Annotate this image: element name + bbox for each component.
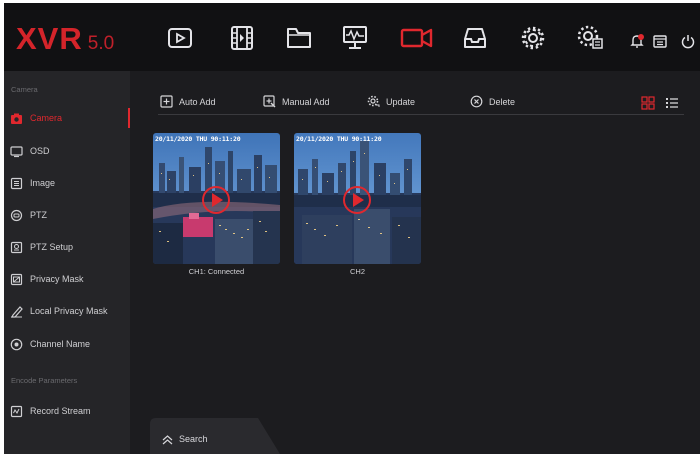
camera-osd-timestamp: 20/11/2020 THU 90:11:20: [296, 135, 382, 143]
delete-circle-icon: [470, 95, 483, 108]
auto-add-label: Auto Add: [179, 96, 216, 107]
xvr-logo: XVR 5.0: [16, 21, 115, 56]
monitor-waveform-icon[interactable]: [341, 24, 369, 52]
settings-gear-icon[interactable]: [519, 24, 547, 52]
search-panel-tab[interactable]: Search: [150, 418, 280, 454]
play-icon[interactable]: [342, 185, 372, 215]
camera-preview-thumbnail[interactable]: 20/11/2020 THU 90:11:20: [153, 133, 280, 264]
camera-icon: [10, 112, 23, 125]
delete-button[interactable]: Delete: [470, 95, 515, 108]
monitor-icon: [10, 145, 23, 158]
sidebar-item-privacy-mask[interactable]: Privacy Mask: [4, 268, 130, 290]
sidebar-item-image[interactable]: Image: [4, 172, 130, 194]
camera-channel-label: CH1: Connected: [188, 267, 245, 276]
calendar-icon[interactable]: [652, 33, 668, 49]
add-box-icon: [160, 95, 173, 108]
sidebar-item-label: Record Stream: [30, 406, 91, 416]
camera-icon[interactable]: [400, 24, 434, 52]
camera-card-ch2[interactable]: 20/11/2020 THU 90:11:20 CH2: [294, 133, 421, 276]
update-button[interactable]: Update: [367, 95, 415, 108]
sidebar-item-label: Camera: [30, 113, 63, 123]
sidebar-item-record-stream[interactable]: Record Stream: [4, 400, 130, 422]
sidebar-item-label: Image: [30, 178, 56, 188]
camera-card-ch1[interactable]: 20/11/2020 THU 90:11:20 CH1: Connected: [153, 133, 280, 276]
update-gear-icon: [367, 95, 380, 107]
manual-add-button[interactable]: Manual Add: [263, 95, 330, 108]
alarm-bell-icon[interactable]: [629, 33, 645, 49]
sidebar-item-label: OSD: [30, 146, 50, 156]
power-icon[interactable]: [680, 33, 696, 49]
privacy-mask-icon: [10, 273, 23, 286]
sidebar-item-label: Privacy Mask: [30, 274, 84, 284]
logo-version: 5.0: [87, 33, 115, 54]
sidebar-item-label: PTZ Setup: [30, 242, 74, 252]
update-label: Update: [386, 96, 416, 107]
playback-icon[interactable]: [166, 24, 194, 52]
list-view-icon[interactable]: [665, 96, 679, 110]
auto-add-button[interactable]: Auto Add: [160, 95, 216, 108]
main-content: Auto Add Manual Add Update Delete 20/11/…: [130, 71, 700, 454]
ptz-icon: [10, 209, 23, 222]
sidebar-item-camera[interactable]: Camera: [4, 107, 130, 129]
manual-add-icon: [263, 95, 276, 108]
grid-view-icon[interactable]: [641, 96, 655, 110]
xvr-app-window: XVR 5.0 Camera Camera OSD Image PTZ PTZ …: [4, 3, 700, 454]
camera-osd-timestamp: 20/11/2020 THU 90:11:20: [155, 135, 241, 143]
logo-text: XVR: [16, 21, 83, 56]
sidebar-item-label: Local Privacy Mask: [30, 306, 108, 316]
camera-preview-thumbnail[interactable]: 20/11/2020 THU 90:11:20: [294, 133, 421, 264]
top-bar: XVR 5.0: [4, 3, 700, 71]
system-settings-icon[interactable]: [577, 24, 605, 52]
sidebar-item-channel-name[interactable]: Channel Name: [4, 333, 130, 355]
search-label: Search: [179, 434, 208, 444]
storage-tray-icon[interactable]: [461, 24, 489, 52]
sidebar-section-camera: Camera: [11, 85, 38, 94]
camera-toolbar: Auto Add Manual Add Update Delete: [158, 93, 684, 115]
ptz-setup-icon: [10, 241, 23, 254]
record-stream-icon: [10, 405, 23, 418]
local-privacy-mask-icon: [10, 305, 23, 318]
video-film-icon[interactable]: [228, 24, 256, 52]
camera-channel-label: CH2: [349, 267, 365, 276]
manual-add-label: Manual Add: [282, 96, 330, 107]
expand-up-icon: [162, 435, 173, 445]
sidebar-section-encode: Encode Parameters: [11, 376, 78, 385]
sidebar-item-label: Channel Name: [30, 339, 91, 349]
image-list-icon: [10, 177, 23, 190]
sidebar-item-ptz[interactable]: PTZ: [4, 204, 130, 226]
delete-label: Delete: [489, 96, 516, 107]
sidebar-item-local-privacy-mask[interactable]: Local Privacy Mask: [4, 300, 130, 322]
channel-name-icon: [10, 338, 23, 351]
play-icon[interactable]: [201, 185, 231, 215]
folder-icon[interactable]: [285, 24, 313, 52]
sidebar-item-ptz-setup[interactable]: PTZ Setup: [4, 236, 130, 258]
sidebar-item-label: PTZ: [30, 210, 47, 220]
sidebar-item-osd[interactable]: OSD: [4, 140, 130, 162]
sidebar: Camera Camera OSD Image PTZ PTZ Setup Pr…: [4, 71, 130, 454]
